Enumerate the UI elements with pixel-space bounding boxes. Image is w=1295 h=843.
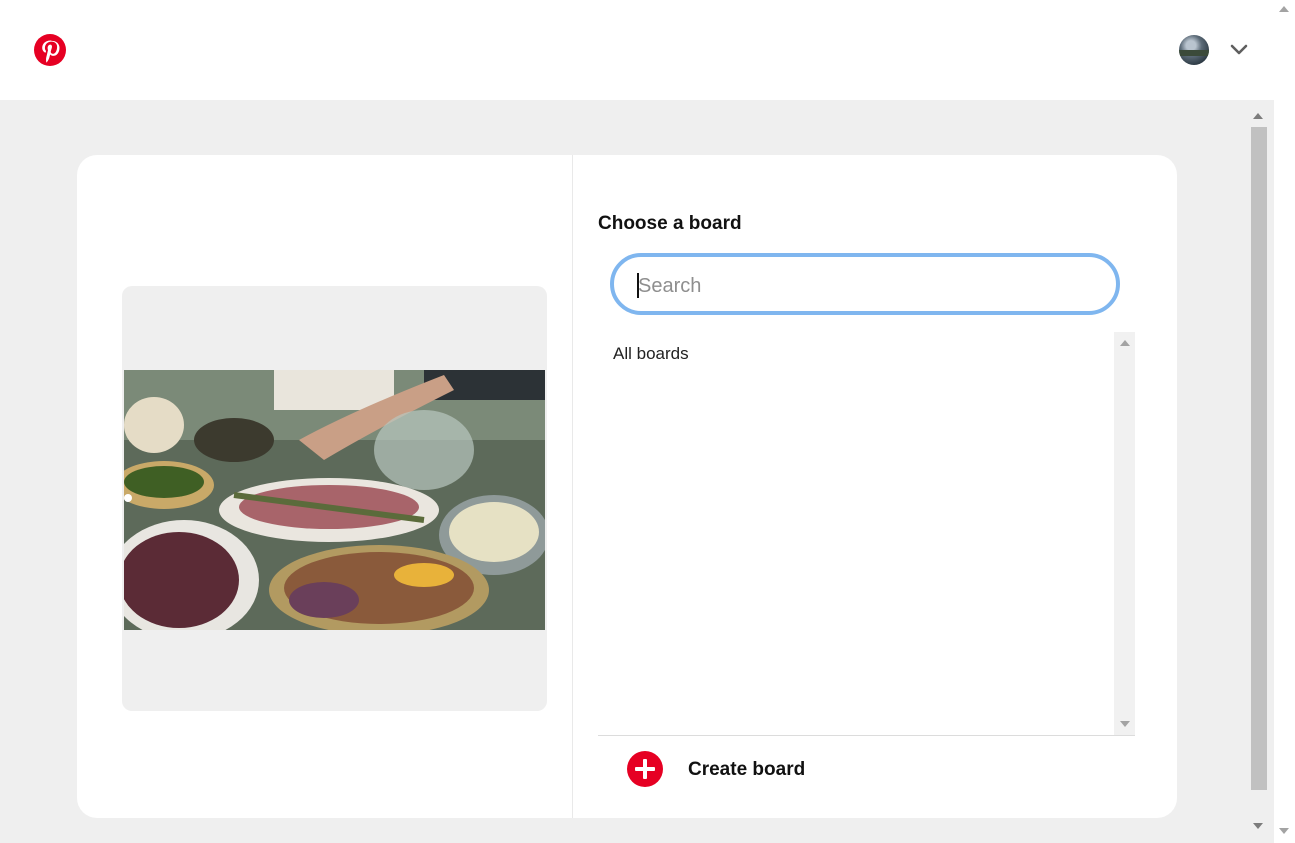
choose-board-heading: Choose a board (598, 213, 742, 234)
board-list-scroll-down-icon[interactable] (1120, 721, 1130, 727)
plus-circle-icon (627, 751, 663, 787)
avatar-detail (1179, 50, 1209, 56)
search-box[interactable] (610, 253, 1120, 315)
page-scrollbar-thumb[interactable] (1251, 127, 1267, 790)
create-board-button[interactable]: Create board (627, 751, 887, 791)
window-scrollbar[interactable] (1274, 0, 1295, 843)
board-list-scrollbar[interactable] (1114, 332, 1135, 735)
pin-preview (122, 286, 547, 711)
window-scroll-up-icon[interactable] (1279, 6, 1289, 12)
food-photo (124, 370, 545, 630)
user-avatar[interactable] (1179, 35, 1209, 65)
create-board-label: Create board (688, 759, 806, 780)
top-bar (0, 0, 1274, 100)
chevron-down-icon[interactable] (1229, 40, 1249, 60)
pinterest-logo-icon[interactable] (34, 34, 66, 66)
board-list-scroll-up-icon[interactable] (1120, 340, 1130, 346)
page-scroll-up-icon[interactable] (1253, 113, 1263, 119)
list-separator (598, 735, 1135, 736)
all-boards-label: All boards (613, 344, 689, 363)
search-input[interactable] (636, 271, 1100, 301)
window-scroll-down-icon[interactable] (1279, 828, 1289, 834)
board-list: All boards (598, 332, 1135, 735)
save-pin-card: Choose a board All boards Create board (77, 155, 1177, 818)
card-divider (572, 155, 573, 818)
page-scroll-down-icon[interactable] (1253, 823, 1263, 829)
text-caret (637, 273, 639, 298)
